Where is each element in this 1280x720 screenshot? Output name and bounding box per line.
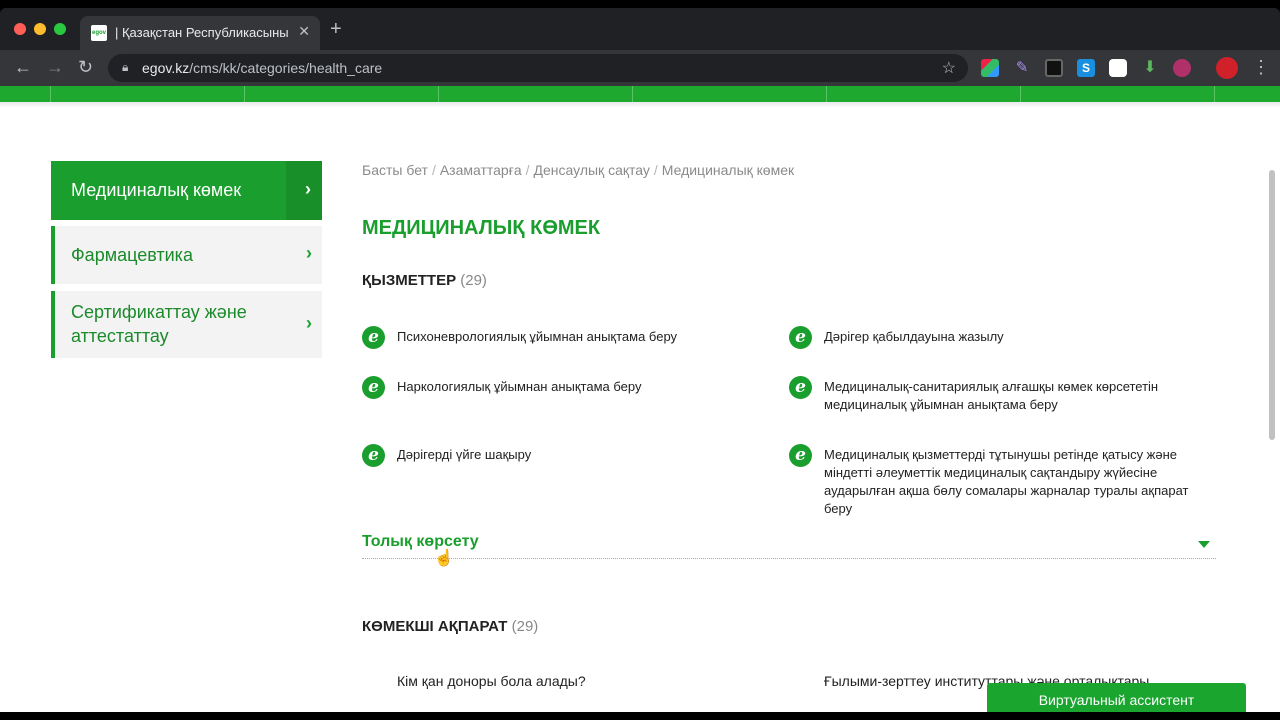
- breadcrumb-link-citizens[interactable]: Азаматтарға: [440, 162, 522, 178]
- star-icon[interactable]: ☆: [942, 58, 956, 78]
- service-link[interactable]: Наркологиялық ұйымнан анықтама беру: [397, 378, 787, 396]
- reload-icon[interactable]: ↻: [78, 57, 93, 77]
- scrollbar-thumb[interactable]: [1269, 170, 1275, 440]
- lock-icon: 🔒︎: [122, 60, 129, 74]
- egov-e-icon: e: [789, 444, 812, 467]
- breadcrumb-separator: /: [653, 162, 658, 178]
- new-tab-icon[interactable]: +: [330, 19, 342, 39]
- page-viewport: Медициналық көмек › Фармацевтика › Серти…: [0, 86, 1280, 712]
- extension-pen-icon[interactable]: ✎: [1013, 59, 1031, 77]
- browser-window: egov | Қазақстан Республикасыны ✕ + ← → …: [0, 8, 1280, 712]
- service-link[interactable]: Дәрігер қабылдауына жазылу: [824, 328, 1214, 346]
- breadcrumb-separator: /: [525, 162, 530, 178]
- services-heading: ҚЫЗМЕТТЕР (29): [362, 272, 487, 289]
- egov-e-icon: e: [789, 326, 812, 349]
- info-count: (29): [511, 618, 539, 635]
- scrollbar[interactable]: [1266, 166, 1278, 440]
- info-heading: КӨМЕКШІ АҚПАРАТ (29): [362, 618, 538, 635]
- url-text: egov.kz/cms/kk/categories/health_care: [142, 60, 383, 76]
- breadcrumb-current: Медициналық көмек: [661, 162, 795, 178]
- close-window-button[interactable]: [14, 23, 26, 35]
- top-nav-item[interactable]: [439, 86, 633, 102]
- back-icon[interactable]: ←: [14, 57, 32, 77]
- egov-favicon-icon: egov: [91, 25, 107, 41]
- show-more-toggle[interactable]: Толық көрсету: [362, 533, 1216, 559]
- service-link[interactable]: Психоневрологиялық ұйымнан анықтама беру: [397, 328, 787, 346]
- breadcrumb-link-health[interactable]: Денсаулық сақтау: [534, 162, 650, 178]
- extension-s-icon[interactable]: S: [1077, 59, 1095, 77]
- menu-icon[interactable]: ⋮: [1252, 57, 1270, 77]
- breadcrumb-separator: /: [431, 162, 436, 178]
- chevron-right-icon: ›: [306, 313, 312, 333]
- egov-e-icon: e: [362, 444, 385, 467]
- extension-download-icon[interactable]: ⬇: [1141, 59, 1159, 77]
- sidebar-item-label: Фармацевтика: [71, 245, 193, 265]
- services-title: ҚЫЗМЕТТЕР: [362, 272, 457, 289]
- close-tab-icon[interactable]: ✕: [298, 23, 310, 40]
- page-title: МЕДИЦИНАЛЫҚ КӨМЕК: [362, 217, 601, 239]
- breadcrumb-link-home[interactable]: Басты бет: [362, 162, 428, 178]
- sidebar-item-label: Сертификаттау және аттестаттау: [71, 302, 247, 346]
- extension-badge-icon[interactable]: [1216, 57, 1238, 79]
- minimize-window-button[interactable]: [34, 23, 46, 35]
- top-nav-shadow: [0, 102, 1280, 108]
- tab-strip: egov | Қазақстан Республикасыны ✕ +: [0, 8, 1280, 50]
- address-bar[interactable]: 🔒︎ egov.kz/cms/kk/categories/health_care…: [108, 54, 968, 82]
- top-navigation: [0, 86, 1280, 102]
- extension-cloud-icon[interactable]: [1109, 59, 1127, 77]
- extension-cube-icon[interactable]: [1045, 59, 1063, 77]
- chevron-right-icon: ›: [306, 243, 312, 263]
- chevron-right-icon: ›: [305, 179, 311, 199]
- service-link[interactable]: Медициналық-санитариялық алғашқы көмек к…: [824, 378, 1214, 414]
- breadcrumb: Басты бет / Азаматтарға / Денсаулық сақтау / М…: [362, 162, 794, 178]
- tab-title: | Қазақстан Республикасыны: [115, 25, 289, 40]
- hand-cursor-icon: ☝: [434, 550, 454, 567]
- sidebar-item-medical-care[interactable]: Медициналық көмек ›: [51, 161, 322, 220]
- show-more-label[interactable]: Толық көрсету: [362, 533, 479, 550]
- egov-e-icon: e: [362, 326, 385, 349]
- service-link[interactable]: Медициналық қызметтерді тұтынушы ретінде…: [824, 446, 1214, 518]
- top-nav-item[interactable]: [633, 86, 827, 102]
- top-nav-item[interactable]: [50, 86, 245, 102]
- extension-icon[interactable]: [981, 59, 999, 77]
- browser-toolbar: ← → ↻ 🔒︎ egov.kz/cms/kk/categories/healt…: [0, 50, 1280, 86]
- egov-e-icon: e: [362, 376, 385, 399]
- sidebar-chevron-box: [286, 161, 322, 220]
- sidebar-item-label: Медициналық көмек: [71, 180, 242, 200]
- extension-circle-icon[interactable]: [1173, 59, 1191, 77]
- info-link[interactable]: Кім қан доноры бола алады?: [397, 673, 586, 689]
- service-link[interactable]: Дәрігерді үйге шақыру: [397, 446, 787, 464]
- top-nav-item[interactable]: [1021, 86, 1215, 102]
- sidebar-item-certification[interactable]: Сертификаттау және аттестаттау ›: [51, 291, 322, 358]
- virtual-assistant-button[interactable]: Виртуальный ассистент: [987, 683, 1246, 712]
- caret-down-icon: [1198, 541, 1210, 548]
- browser-tab[interactable]: egov | Қазақстан Республикасыны ✕: [80, 16, 320, 50]
- maximize-window-button[interactable]: [54, 23, 66, 35]
- services-count: (29): [460, 272, 487, 289]
- egov-e-icon: e: [789, 376, 812, 399]
- forward-icon[interactable]: →: [46, 57, 64, 77]
- top-nav-item[interactable]: [827, 86, 1021, 102]
- info-title: КӨМЕКШІ АҚПАРАТ: [362, 618, 508, 635]
- sidebar-item-pharmaceutics[interactable]: Фармацевтика ›: [51, 226, 322, 284]
- top-nav-item[interactable]: [245, 86, 439, 102]
